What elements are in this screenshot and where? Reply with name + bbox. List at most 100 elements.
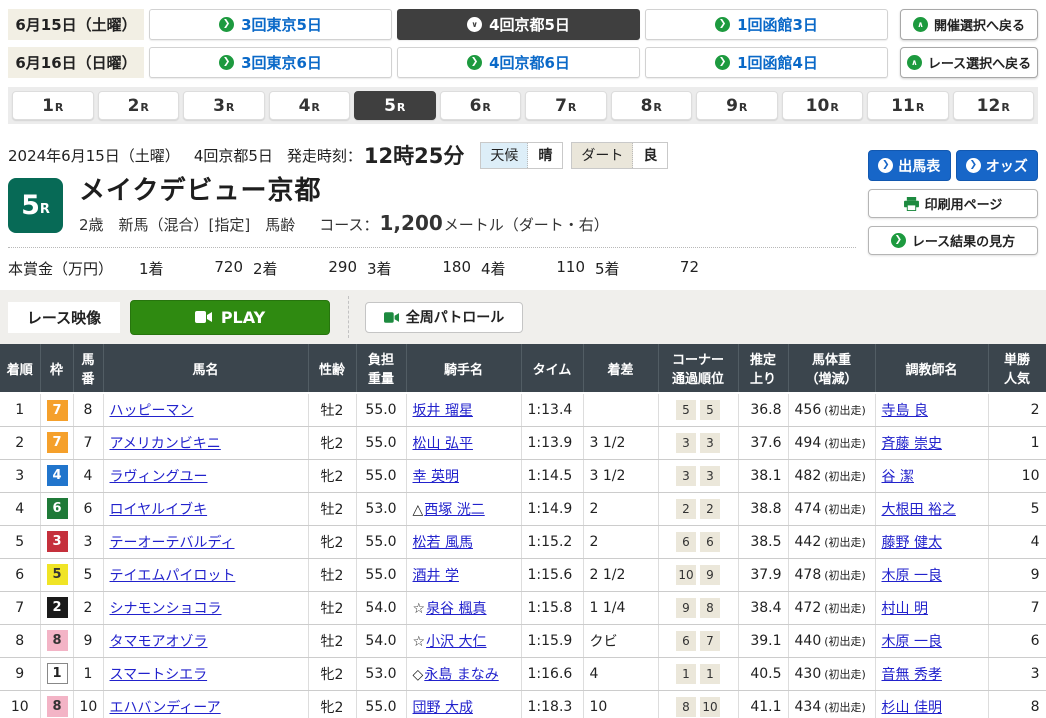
prize-items: 1着7202着2903着1804着1105着72 [139, 258, 709, 279]
start-time-value: 12時25分 [364, 140, 464, 170]
horse-name-link[interactable]: ラヴィングユー [110, 469, 208, 485]
race-tab-9r[interactable]: 9R [696, 91, 778, 120]
horse-name-link[interactable]: テーオーテバルディ [110, 535, 235, 551]
trainer-link[interactable]: 藤野 健太 [882, 535, 942, 551]
race-tab-3r[interactable]: 3R [183, 91, 265, 120]
jockey-link[interactable]: 西塚 洸二 [424, 502, 484, 518]
race-tab-5r[interactable]: 5R [354, 91, 436, 120]
jockey-link[interactable]: 酒井 学 [413, 568, 459, 584]
video-camera-icon [195, 311, 212, 323]
trainer-link[interactable]: 木原 一良 [882, 568, 942, 584]
trainer-link[interactable]: 杉山 佳明 [882, 700, 942, 716]
horse-name-link[interactable]: ハッピーマン [110, 403, 194, 419]
finish-position: 5 [0, 525, 40, 558]
race-tab-6r[interactable]: 6R [440, 91, 522, 120]
margin: 4 [583, 657, 658, 690]
results-guide-button[interactable]: レース結果の見方 [868, 226, 1038, 255]
body-weight-value: 472 [795, 600, 822, 616]
trainer-link[interactable]: 斉藤 崇史 [882, 436, 942, 452]
last-3f: 39.1 [738, 624, 788, 657]
entries-button[interactable]: 出馬表 [868, 150, 951, 181]
body-weight-value: 478 [795, 567, 822, 583]
trainer-link[interactable]: 村山 明 [882, 601, 928, 617]
back-button[interactable]: レース選択へ戻る [900, 47, 1038, 78]
horse-name-link[interactable]: アメリカンビキニ [110, 436, 221, 452]
meeting-button[interactable]: 4回京都5日 [397, 9, 640, 40]
race-video-label: レース映像 [8, 302, 120, 333]
column-header: 着順 [0, 344, 40, 393]
patrol-video-button[interactable]: 全周パトロール [365, 302, 523, 333]
race-tab-11r[interactable]: 11R [867, 91, 949, 120]
date-nav: 6月15日（土曜）3回東京5日4回京都5日1回函館3日6月16日（日曜）3回東京… [0, 0, 1046, 78]
meeting-button[interactable]: 1回函館3日 [645, 9, 888, 40]
trainer-link[interactable]: 音無 秀孝 [882, 667, 942, 683]
horse-name-link[interactable]: タマモアオゾラ [110, 634, 208, 650]
finish-position: 4 [0, 492, 40, 525]
horse-name-link[interactable]: ロイヤルイブキ [110, 502, 208, 518]
race-tab-8r[interactable]: 8R [611, 91, 693, 120]
race-tab-7r[interactable]: 7R [525, 91, 607, 120]
trainer-link[interactable]: 谷 潔 [882, 469, 914, 485]
race-tab-10r[interactable]: 10R [782, 91, 864, 120]
body-weight-note: (初出走) [824, 437, 866, 450]
body-weight-cell: 478(初出走) [788, 558, 875, 591]
trainer-link[interactable]: 寺島 良 [882, 403, 928, 419]
corner-position: 2 [700, 499, 720, 519]
win-popularity: 1 [988, 426, 1046, 459]
horse-number: 9 [73, 624, 103, 657]
finish-time: 1:15.9 [521, 624, 583, 657]
corner-position: 10 [676, 565, 696, 585]
jockey-cell: 松山 弘平 [406, 426, 521, 459]
column-header: 着差 [583, 344, 658, 393]
horse-name-cell: テーオーテバルディ [103, 525, 308, 558]
bracket-cell: 7 [40, 426, 73, 459]
trainer-cell: 藤野 健太 [875, 525, 988, 558]
meeting-button[interactable]: 3回東京5日 [149, 9, 392, 40]
jockey-link[interactable]: 坂井 瑠星 [413, 403, 473, 419]
race-tab-1r[interactable]: 1R [12, 91, 94, 120]
race-tab-4r[interactable]: 4R [269, 91, 351, 120]
corner-position: 3 [676, 466, 696, 486]
finish-position: 1 [0, 393, 40, 426]
horse-name-link[interactable]: シナモンショコラ [110, 601, 222, 617]
meeting-button[interactable]: 4回京都6日 [397, 47, 640, 78]
race-tab-suffix: R [739, 101, 747, 114]
entries-button-label: 出馬表 [898, 156, 940, 176]
finish-time: 1:14.5 [521, 459, 583, 492]
finish-position: 10 [0, 690, 40, 718]
jockey-link[interactable]: 永島 まなみ [424, 667, 498, 683]
horse-name-link[interactable]: スマートシエラ [110, 667, 208, 683]
meeting-button[interactable]: 3回東京6日 [149, 47, 392, 78]
prize-item: 2着290 [253, 258, 357, 279]
odds-button[interactable]: オッズ [956, 150, 1039, 181]
results-guide-label: レース結果の見方 [912, 231, 1015, 250]
trainer-link[interactable]: 大根田 裕之 [882, 502, 956, 518]
margin: クビ [583, 624, 658, 657]
bracket-number: 7 [47, 432, 68, 453]
win-popularity: 3 [988, 657, 1046, 690]
jockey-link[interactable]: 小沢 大仁 [426, 634, 486, 650]
race-tab-12r[interactable]: 12R [953, 91, 1035, 120]
bracket-number: 6 [47, 498, 68, 519]
jockey-link[interactable]: 松若 風馬 [413, 535, 473, 551]
play-button[interactable]: PLAY [130, 300, 330, 335]
jockey-link[interactable]: 松山 弘平 [413, 436, 473, 452]
weight-carried: 55.0 [356, 459, 406, 492]
body-weight-value: 430 [795, 666, 822, 682]
weight-carried: 53.0 [356, 657, 406, 690]
horse-number: 1 [73, 657, 103, 690]
jockey-link[interactable]: 幸 英明 [413, 469, 459, 485]
table-row: 655テイエムパイロット牡255.0酒井 学1:15.62 1/210937.9… [0, 558, 1046, 591]
jockey-link[interactable]: 泉谷 楓真 [426, 601, 486, 617]
last-3f: 36.8 [738, 393, 788, 426]
meeting-button[interactable]: 1回函館4日 [645, 47, 888, 78]
horse-name-link[interactable]: エハバンディーア [110, 700, 221, 716]
finish-position: 6 [0, 558, 40, 591]
print-page-button[interactable]: 印刷用ページ [868, 189, 1038, 218]
back-button[interactable]: 開催選択へ戻る [900, 9, 1038, 40]
horse-name-link[interactable]: テイエムパイロット [110, 568, 236, 584]
date-nav-rows: 6月15日（土曜）3回東京5日4回京都5日1回函館3日6月16日（日曜）3回東京… [8, 9, 888, 78]
jockey-link[interactable]: 団野 大成 [413, 700, 473, 716]
race-tab-2r[interactable]: 2R [98, 91, 180, 120]
trainer-link[interactable]: 木原 一良 [882, 634, 942, 650]
